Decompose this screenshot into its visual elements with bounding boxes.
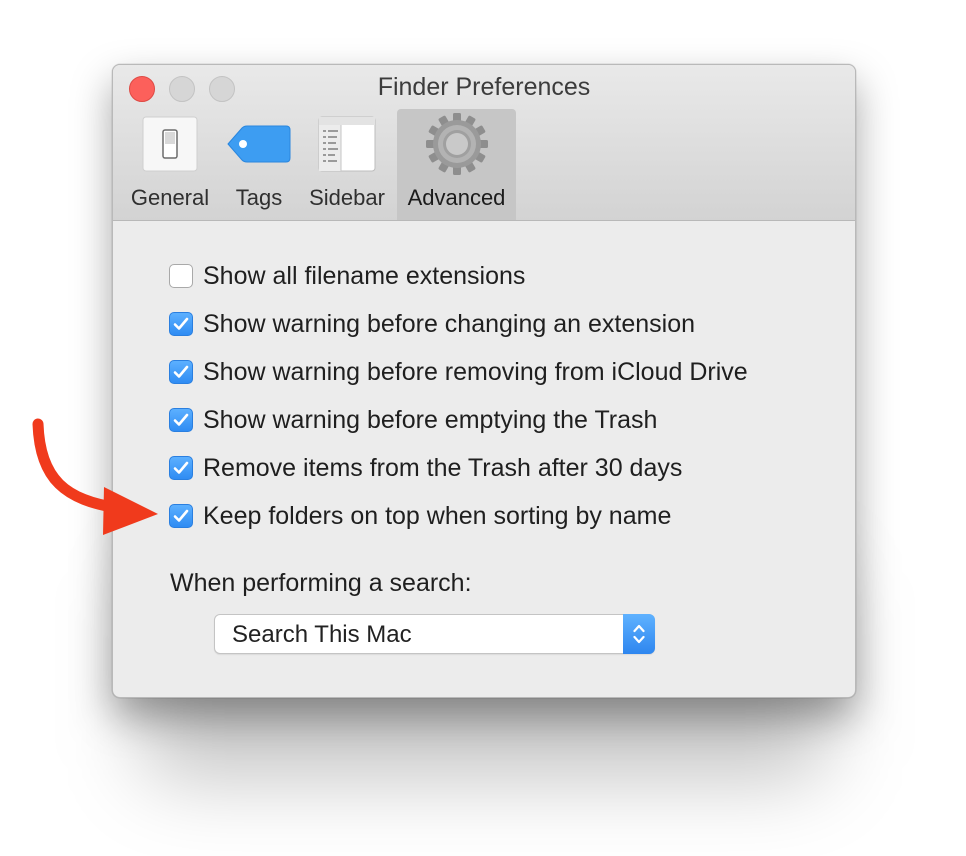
annotation-arrow-icon — [32, 418, 158, 535]
screenshot-stage: Finder Preferences General Tags Sidebar … — [0, 0, 966, 856]
